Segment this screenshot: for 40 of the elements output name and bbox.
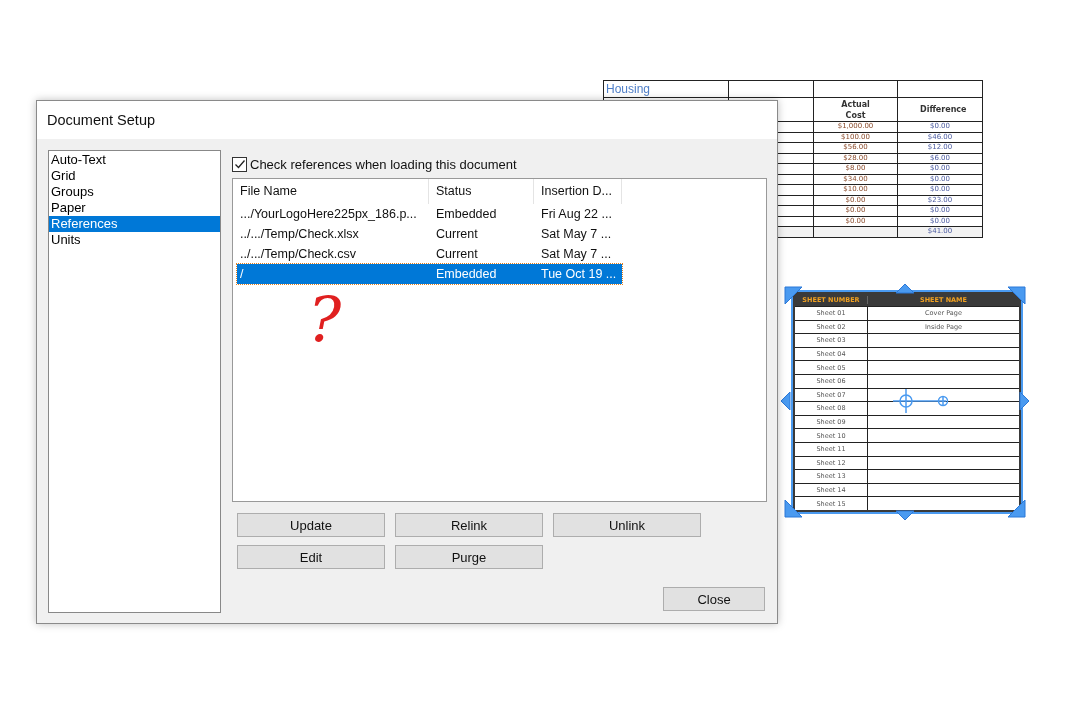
dialog-button[interactable]: Purge <box>395 545 543 569</box>
category-item[interactable]: Units <box>49 232 220 248</box>
column-header[interactable]: Insertion D... <box>534 179 622 204</box>
checkbox[interactable] <box>232 156 247 172</box>
category-item[interactable]: Grid <box>49 168 220 184</box>
table-cell-text: Sat May 7 ... <box>540 246 613 263</box>
table-cell-text: ../.../Temp/Check.xlsx <box>239 226 360 243</box>
column-header[interactable]: File Name <box>233 179 429 204</box>
table-cell-text: Tue Oct 19 ... <box>540 266 618 283</box>
table-cell-text: Current <box>435 246 479 263</box>
table-cell-text: ../.../Temp/Check.csv <box>239 246 357 263</box>
table-cell-text: Fri Aug 22 ... <box>540 206 613 223</box>
category-item[interactable]: References <box>49 216 220 232</box>
reference-row[interactable]: ../.../Temp/Check.xlsx Current Sat May 7 ... <box>237 224 622 244</box>
dialog-button[interactable]: Unlink <box>553 513 701 537</box>
selection-handles-drawing[interactable] <box>780 283 1030 521</box>
table-cell-text: Sat May 7 ... <box>540 226 613 243</box>
dialog-button[interactable]: Edit <box>237 545 385 569</box>
reference-row[interactable]: / Embedded Tue Oct 19 ... <box>237 264 622 284</box>
table-title: Housing <box>603 80 729 98</box>
dialog-button[interactable]: Update <box>237 513 385 537</box>
table-cell-text: / <box>239 266 245 283</box>
dialog-button[interactable]: Relink <box>395 513 543 537</box>
column-header: Difference <box>897 97 983 122</box>
window-title: Document Setup <box>47 112 155 128</box>
column-header[interactable]: Status <box>429 179 534 204</box>
checkbox-label[interactable]: Check references when loading this document <box>250 156 517 172</box>
column-header: Actual Cost <box>813 97 898 122</box>
table-cell-text: .../YourLogoHere225px_186.p... <box>239 206 418 223</box>
category-item[interactable]: Groups <box>49 184 220 200</box>
question-mark: ? <box>308 289 342 351</box>
table-cell-text: Embedded <box>435 206 498 223</box>
close-button[interactable]: Close <box>663 587 765 611</box>
reference-row[interactable]: ../.../Temp/Check.csv Current Sat May 7 ... <box>237 244 622 264</box>
category-item[interactable]: Auto-Text <box>49 152 220 168</box>
crosshair-icon[interactable] <box>892 388 949 414</box>
table-cell-text: Current <box>435 226 479 243</box>
category-item[interactable]: Paper <box>49 200 220 216</box>
reference-row[interactable]: .../YourLogoHere225px_186.p... Embedded Fri Aug 22 ... <box>237 204 622 224</box>
table-cell-text: Embedded <box>435 266 498 283</box>
